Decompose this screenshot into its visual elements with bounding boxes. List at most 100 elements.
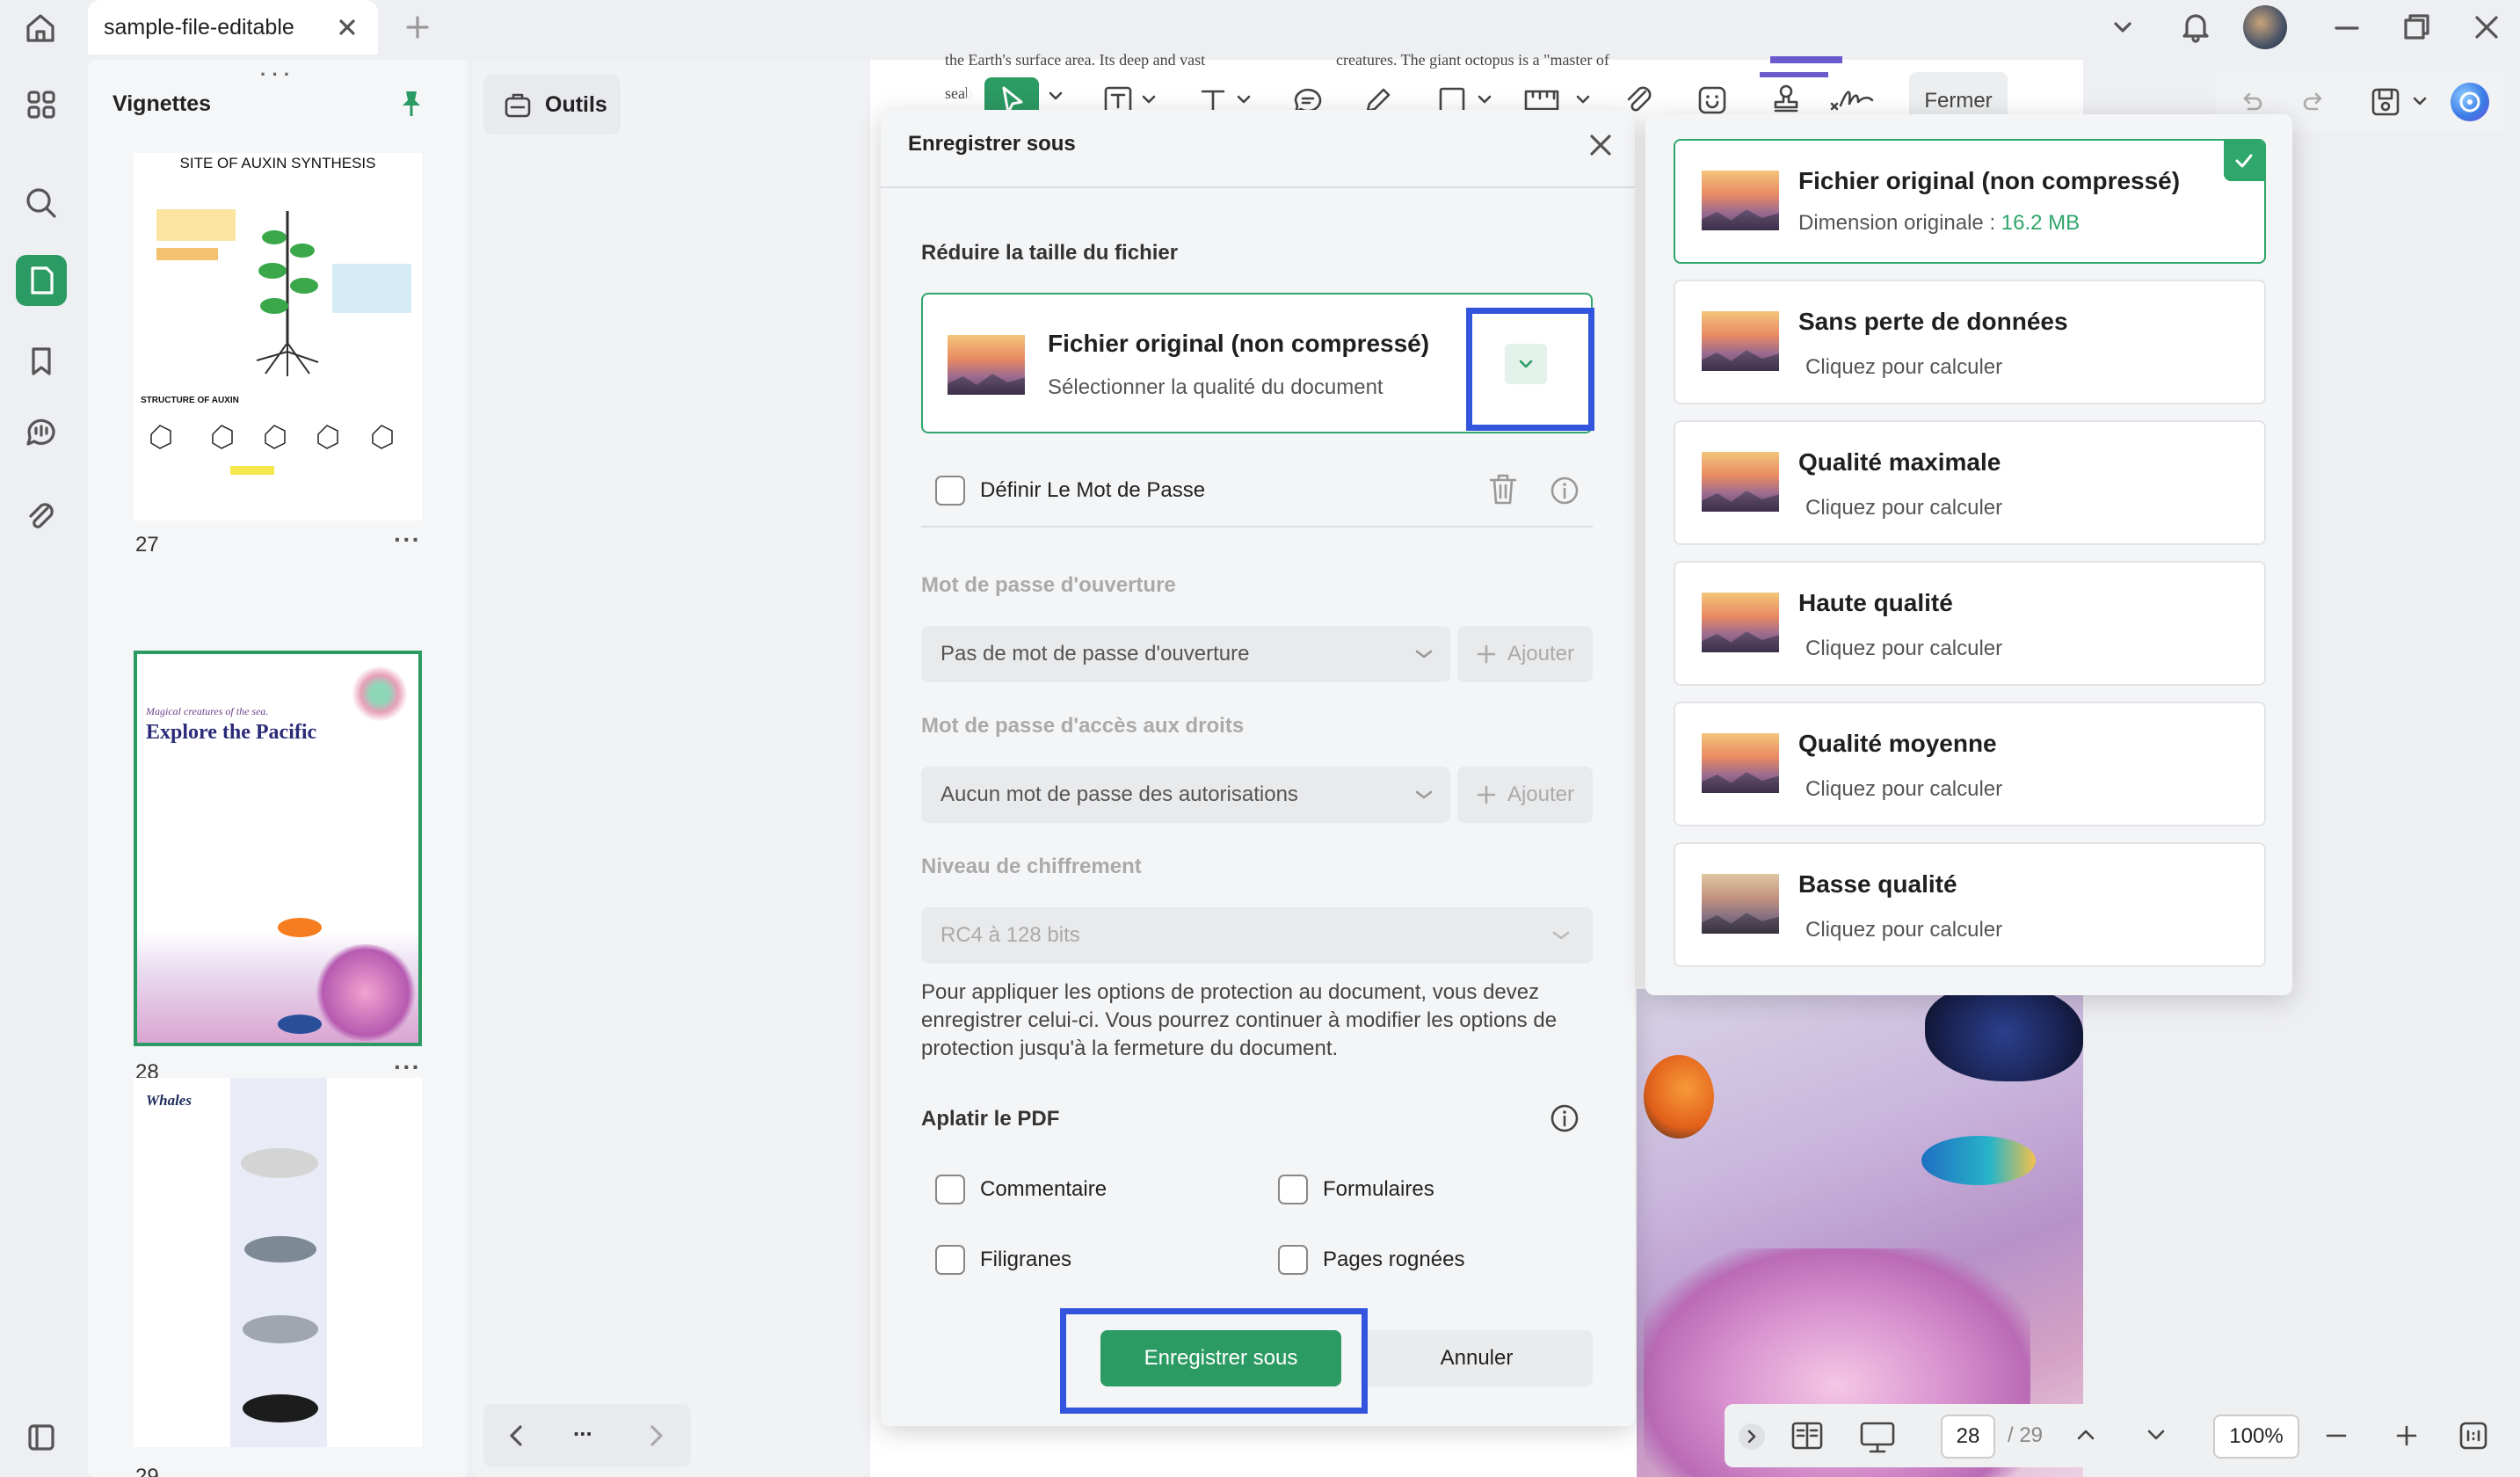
cropped-pages-checkbox[interactable] (1278, 1245, 1308, 1275)
thumb-fish (278, 918, 322, 937)
size-label: Dimension originale : (1798, 211, 2001, 235)
sticker-icon[interactable] (1695, 83, 1730, 118)
add-label: Ajouter (1507, 642, 1575, 666)
expand-icon[interactable] (1739, 1423, 1765, 1450)
actual-size-icon[interactable] (2458, 1420, 2489, 1452)
quality-title: Fichier original (non compressé) (1048, 330, 1430, 357)
tools-button[interactable]: Outils (483, 75, 621, 135)
document-tab[interactable]: sample-file-editable (88, 0, 378, 55)
search-icon[interactable] (16, 178, 67, 229)
quality-option-maximum[interactable]: Qualité maximale Cliquez pour calculer (1674, 420, 2266, 545)
chevron-up-icon[interactable] (2071, 1420, 2101, 1450)
left-rail (0, 56, 84, 1477)
close-tab-icon[interactable] (334, 14, 360, 40)
close-icon[interactable] (1584, 128, 1617, 162)
encryption-select[interactable]: RC4 à 128 bits (921, 907, 1593, 964)
quality-option-title: Qualité moyenne (1798, 730, 1997, 757)
bookmark-icon[interactable] (16, 336, 67, 387)
chevron-down-icon[interactable] (1475, 90, 1494, 109)
chevron-down-icon[interactable] (1046, 86, 1065, 106)
drag-handle[interactable]: · · · (260, 63, 290, 86)
image-icon (1702, 311, 1779, 371)
home-icon[interactable] (21, 9, 60, 47)
status-bar: 28 / 29 100% (1725, 1404, 2498, 1467)
thumb-image (345, 663, 415, 724)
watermarks-checkbox[interactable] (935, 1245, 965, 1275)
trash-icon[interactable] (1485, 471, 1521, 508)
thumb-note (332, 264, 411, 313)
pin-icon[interactable] (396, 88, 427, 120)
presentation-icon[interactable] (1858, 1420, 1897, 1455)
protection-info-text: Pour appliquer les options de protection… (921, 980, 1558, 1060)
save-icon[interactable] (2368, 84, 2403, 120)
attachment-icon[interactable] (16, 491, 67, 542)
comment-icon[interactable] (16, 406, 67, 457)
chevron-down-icon[interactable] (2410, 91, 2429, 111)
cancel-button[interactable]: Annuler (1361, 1330, 1593, 1386)
thumbnail-page-27[interactable]: SITE OF AUXIN SYNTHESIS STRUCTURE OF AUX… (134, 153, 422, 520)
quality-option-original[interactable]: Fichier original (non compressé) Dimensi… (1674, 139, 2266, 264)
quality-option-subtitle: Cliquez pour calculer (1805, 637, 2003, 660)
quality-option-lossless[interactable]: Sans perte de données Cliquez pour calcu… (1674, 280, 2266, 404)
signature-icon[interactable] (1828, 79, 1877, 118)
chevron-down-icon[interactable] (1139, 90, 1158, 109)
close-window-icon[interactable] (2470, 11, 2503, 44)
avatar[interactable] (2243, 5, 2287, 49)
forms-checkbox[interactable] (1278, 1175, 1308, 1204)
quality-option-high[interactable]: Haute qualité Cliquez pour calculer (1674, 561, 2266, 686)
add-rights-password-button[interactable]: Ajouter (1457, 767, 1593, 823)
chevron-down-icon[interactable] (1234, 90, 1253, 109)
chevron-down-icon[interactable] (2108, 12, 2138, 42)
thumb-whale (241, 1148, 318, 1178)
quality-option-title: Sans perte de données (1798, 308, 2068, 335)
rights-password-value: Aucun mot de passe des autorisations (940, 782, 1298, 806)
zoom-level[interactable]: 100% (2213, 1415, 2299, 1459)
layout-icon[interactable] (16, 1412, 67, 1463)
undo-icon[interactable] (2236, 88, 2266, 118)
doc-accent (1770, 56, 1842, 63)
zoom-in-icon[interactable] (2393, 1422, 2421, 1450)
info-icon[interactable] (1549, 475, 1580, 506)
apps-icon[interactable] (16, 79, 67, 130)
open-password-select[interactable]: Pas de mot de passe d'ouverture (921, 626, 1450, 682)
add-open-password-button[interactable]: Ajouter (1457, 626, 1593, 682)
quality-option-subtitle: Cliquez pour calculer (1805, 355, 2003, 379)
flatten-option-label: Pages rognées (1323, 1248, 1465, 1271)
size-value: 16.2 MB (2001, 211, 2081, 235)
rights-password-select[interactable]: Aucun mot de passe des autorisations (921, 767, 1450, 823)
new-tab-icon[interactable] (403, 12, 432, 42)
flatten-option-label: Commentaire (980, 1177, 1107, 1201)
zoom-out-icon[interactable] (2322, 1422, 2350, 1450)
quality-option-title: Haute qualité (1798, 589, 1953, 616)
password-checkbox[interactable] (935, 476, 965, 506)
stamp-icon[interactable] (1768, 81, 1804, 116)
comment-checkbox[interactable] (935, 1175, 965, 1204)
plant-illustration (256, 211, 319, 376)
more-icon[interactable]: ... (573, 1415, 592, 1442)
chevron-down-icon (1550, 927, 1572, 944)
quality-option-low[interactable]: Basse qualité Cliquez pour calculer (1674, 842, 2266, 967)
ai-assistant-icon[interactable] (2451, 83, 2489, 121)
fish-image (1921, 1136, 2036, 1185)
page-number: 29 (135, 1465, 159, 1477)
thumb-heading: Explore the Pacific (146, 721, 317, 744)
thumbnail-page-28[interactable]: Magical creatures of the sea. Explore th… (134, 651, 422, 1046)
minimize-icon[interactable] (2331, 12, 2363, 44)
chevron-down-icon[interactable] (1573, 90, 1593, 109)
redo-icon[interactable] (2299, 88, 2329, 118)
thumbnail-page-29[interactable]: Whales (134, 1078, 422, 1447)
reading-mode-icon[interactable] (1790, 1420, 1825, 1452)
thumbnails-icon[interactable] (16, 255, 67, 306)
chevron-left-icon[interactable] (503, 1422, 531, 1450)
bell-icon[interactable] (2178, 9, 2213, 44)
chevron-right-icon[interactable] (642, 1422, 670, 1450)
page-input[interactable]: 28 (1941, 1415, 1995, 1459)
restore-icon[interactable] (2400, 11, 2433, 44)
thumb-heading: Whales (146, 1092, 192, 1109)
more-options-icon[interactable]: ··· (394, 526, 421, 554)
quality-option-medium[interactable]: Qualité moyenne Cliquez pour calculer (1674, 702, 2266, 826)
title-bar (0, 0, 2520, 56)
highlight-box (1060, 1308, 1368, 1414)
chevron-down-icon[interactable] (2141, 1420, 2171, 1450)
info-icon[interactable] (1549, 1102, 1580, 1134)
